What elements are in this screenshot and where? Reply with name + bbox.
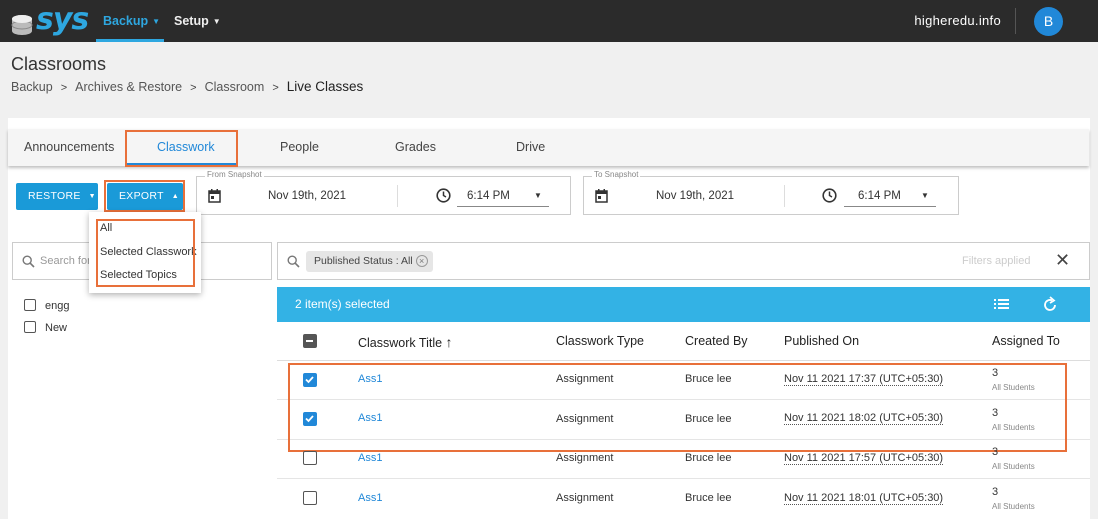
top-navbar: sys Backup ▼ Setup ▼ higheredu.info B xyxy=(0,0,1098,42)
selected-count: 2 item(s) selected xyxy=(295,297,390,311)
page-title: Classrooms xyxy=(11,54,107,74)
tab-people[interactable]: People xyxy=(280,140,319,154)
tab-announcements[interactable]: Announcements xyxy=(24,140,114,154)
header-divider xyxy=(277,360,1090,361)
breadcrumb-current: Live Classes xyxy=(286,79,364,94)
restore-button[interactable]: RESTORE ▼ xyxy=(16,183,98,210)
restore-label: RESTORE xyxy=(28,190,81,202)
breadcrumb-backup[interactable]: Backup xyxy=(11,80,53,94)
row-divider xyxy=(277,478,1090,479)
row-assigned-count: 3 xyxy=(992,446,999,458)
to-snapshot-legend: To Snapshot xyxy=(592,170,641,179)
to-snapshot-picker: To Snapshot Nov 19th, 2021 6:14 PM ▼ xyxy=(583,170,959,215)
close-icon[interactable]: ✕ xyxy=(1055,250,1070,271)
search-icon xyxy=(22,255,35,268)
row-checkbox[interactable] xyxy=(303,491,317,505)
row-created-by: Bruce lee xyxy=(685,492,732,504)
row-type: Assignment xyxy=(556,492,614,504)
classwork-tab-highlight xyxy=(125,130,238,167)
to-date-value[interactable]: Nov 19th, 2021 xyxy=(656,190,734,202)
calendar-icon[interactable] xyxy=(208,189,221,203)
row-created-by: Bruce lee xyxy=(685,452,732,464)
caret-down-icon: ▼ xyxy=(152,17,161,26)
logo-text: sys xyxy=(36,2,89,37)
from-snapshot-picker: From Snapshot Nov 19th, 2021 6:14 PM ▼ xyxy=(196,170,571,215)
chevron-right-icon: > xyxy=(272,82,279,94)
row-title-link[interactable]: Ass1 xyxy=(358,452,382,464)
filter-chip-published-status[interactable]: Published Status : All × xyxy=(306,251,433,272)
caret-down-icon[interactable]: ▼ xyxy=(921,191,929,200)
time-underline xyxy=(844,206,936,207)
nav-backup-label: Backup xyxy=(103,14,149,28)
row-published-on: Nov 11 2021 18:01 (UTC+05:30) xyxy=(784,492,944,505)
row-checkbox[interactable] xyxy=(303,451,317,465)
filters-applied-text: Filters applied xyxy=(962,255,1031,267)
select-all-checkbox[interactable] xyxy=(303,334,317,348)
breadcrumb-archives[interactable]: Archives & Restore xyxy=(75,80,182,94)
arrow-up-icon: ↑ xyxy=(445,334,453,350)
breadcrumb: Backup > Archives & Restore > Classroom > Live… xyxy=(11,79,363,94)
left-list-item[interactable]: engg xyxy=(24,299,69,312)
export-button-highlight xyxy=(104,180,185,212)
clock-icon[interactable] xyxy=(436,188,451,203)
row-published-on: Nov 11 2021 17:57 (UTC+05:30) xyxy=(784,452,944,465)
row-assigned-count: 3 xyxy=(992,486,999,498)
nav-setup[interactable]: Setup ▼ xyxy=(174,14,221,28)
selection-bar: 2 item(s) selected xyxy=(277,287,1090,322)
tab-grades[interactable]: Grades xyxy=(395,140,436,154)
calendar-icon[interactable] xyxy=(595,189,608,203)
from-date-value[interactable]: Nov 19th, 2021 xyxy=(268,190,346,202)
picker-divider xyxy=(784,185,785,207)
left-item-label: engg xyxy=(45,300,70,312)
row-type: Assignment xyxy=(556,452,614,464)
row-title-link[interactable]: Ass1 xyxy=(358,492,382,504)
nav-backup[interactable]: Backup ▼ xyxy=(103,14,160,28)
filter-chip-label: Published Status : All xyxy=(314,255,413,267)
search-placeholder: Search for xyxy=(40,255,91,267)
minus-icon xyxy=(306,340,313,342)
col-classwork-title-label: Classwork Title xyxy=(358,336,443,350)
user-avatar[interactable]: B xyxy=(1034,7,1063,36)
checkbox[interactable] xyxy=(24,321,36,333)
col-classwork-title[interactable]: Classwork Title ↑ xyxy=(358,334,453,350)
col-published-on[interactable]: Published On xyxy=(784,334,859,348)
checkbox[interactable] xyxy=(24,299,36,311)
export-menu-highlight xyxy=(96,219,195,287)
to-time-value[interactable]: 6:14 PM xyxy=(858,190,901,202)
list-view-icon[interactable] xyxy=(994,298,1009,310)
filter-bar: Published Status : All × Filters applied … xyxy=(277,242,1090,280)
tab-drive[interactable]: Drive xyxy=(516,140,545,154)
caret-down-icon[interactable]: ▼ xyxy=(534,191,542,200)
database-icon xyxy=(11,15,33,35)
chip-remove-icon[interactable]: × xyxy=(415,255,428,267)
col-created-by[interactable]: Created By xyxy=(685,334,748,348)
search-icon[interactable] xyxy=(287,255,300,268)
chevron-right-icon: > xyxy=(190,82,197,94)
caret-down-icon: ▼ xyxy=(212,17,221,26)
chevron-right-icon: > xyxy=(60,82,68,94)
row-assigned-sub: All Students xyxy=(992,502,1035,511)
breadcrumb-classroom[interactable]: Classroom xyxy=(205,80,265,94)
from-time-value[interactable]: 6:14 PM xyxy=(467,190,510,202)
nav-divider xyxy=(1015,8,1016,34)
left-list-item[interactable]: New xyxy=(24,321,67,334)
app-logo[interactable]: sys xyxy=(6,2,89,38)
left-item-label: New xyxy=(45,322,68,334)
nav-active-indicator xyxy=(96,39,164,42)
col-assigned-to[interactable]: Assigned To xyxy=(992,334,1060,348)
clock-icon[interactable] xyxy=(822,188,837,203)
selected-rows-highlight xyxy=(288,363,1067,452)
picker-divider xyxy=(397,185,398,207)
refresh-icon[interactable] xyxy=(1043,296,1058,312)
domain-label: higheredu.info xyxy=(914,13,1001,28)
row-assigned-sub: All Students xyxy=(992,462,1035,471)
col-classwork-type[interactable]: Classwork Type xyxy=(556,334,644,348)
from-snapshot-legend: From Snapshot xyxy=(205,170,264,179)
nav-setup-label: Setup xyxy=(174,14,209,28)
caret-down-icon: ▼ xyxy=(88,193,96,200)
time-underline xyxy=(457,206,549,207)
